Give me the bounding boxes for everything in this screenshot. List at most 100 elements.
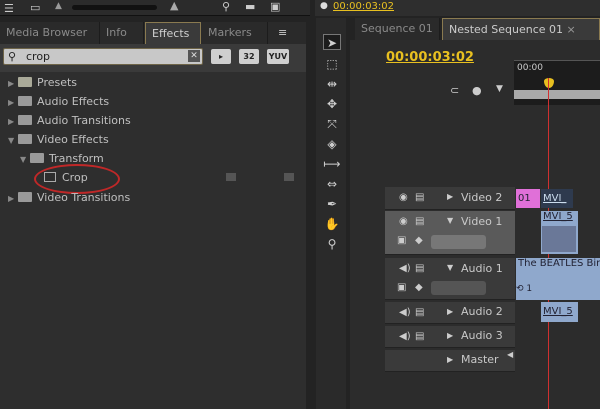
program-timecode[interactable]: 00:00:03:02 bbox=[333, 1, 394, 12]
keyframe-dropdown[interactable] bbox=[431, 281, 486, 295]
list-view-icon[interactable]: ☰ bbox=[4, 2, 14, 15]
tree-item-video-effects[interactable]: ▼ Video Effects bbox=[8, 130, 109, 149]
expand-icon[interactable]: ▶ bbox=[8, 112, 18, 131]
tree-item-video-transitions[interactable]: ▶ Video Transitions bbox=[8, 188, 130, 207]
search-icon[interactable]: ⚲ bbox=[222, 0, 230, 13]
yuv-badge-icon bbox=[284, 173, 294, 181]
track-name: Audio 3 bbox=[461, 329, 503, 342]
tab-markers[interactable]: Markers bbox=[202, 22, 268, 44]
clip-nested[interactable]: 01 bbox=[516, 189, 540, 208]
pen-tool-icon[interactable]: ✒ bbox=[323, 196, 341, 212]
hand-tool-icon[interactable]: ✋ bbox=[323, 216, 341, 232]
speaker-icon[interactable]: ◀) bbox=[399, 331, 411, 342]
tab-sequence-01[interactable]: Sequence 01 bbox=[355, 18, 440, 40]
folder-icon bbox=[18, 134, 32, 144]
eye-icon[interactable]: ◉ bbox=[399, 192, 408, 203]
work-area-bar[interactable] bbox=[514, 90, 600, 99]
32bit-effects-button[interactable]: 32 bbox=[239, 49, 259, 64]
track-name: Audio 1 bbox=[461, 262, 503, 275]
panel-menu-icon[interactable]: ≡ bbox=[278, 26, 287, 39]
rate-stretch-tool-icon[interactable]: ⤧ bbox=[323, 116, 341, 132]
timeline-timecode[interactable]: 00:00:03:02 bbox=[386, 50, 474, 65]
clip-video-2[interactable]: MVI_ bbox=[541, 189, 573, 208]
tree-item-audio-transitions[interactable]: ▶ Audio Transitions bbox=[8, 111, 131, 130]
snap-icon[interactable]: ⊂ bbox=[450, 84, 459, 97]
tree-item-presets[interactable]: ▶ Presets bbox=[8, 73, 77, 92]
folder-icon bbox=[18, 192, 32, 202]
tab-nested-sequence-01[interactable]: Nested Sequence 01 × bbox=[442, 18, 600, 40]
display-style-icon[interactable]: ▣ bbox=[397, 235, 406, 246]
marker-icon: ● bbox=[320, 1, 328, 11]
tab-media-browser[interactable]: Media Browser bbox=[0, 22, 100, 44]
expand-icon[interactable]: ▶ bbox=[8, 189, 18, 208]
clear-search-icon[interactable]: ✕ bbox=[188, 50, 200, 62]
collapse-icon[interactable]: ▼ bbox=[20, 150, 30, 169]
effects-search-input[interactable]: ⚲ crop ✕ bbox=[3, 48, 203, 65]
collapse-icon[interactable]: ▼ bbox=[8, 131, 18, 150]
folder-star-icon bbox=[18, 77, 32, 87]
folder-icon bbox=[18, 96, 32, 106]
time-ruler[interactable]: 00:00 bbox=[514, 60, 600, 105]
effects-tree: ▶ Presets ▶ Audio Effects ▶ Audio Transitio… bbox=[0, 72, 306, 409]
speaker-icon[interactable]: ◀) bbox=[399, 263, 411, 274]
add-marker-icon[interactable]: ▼ bbox=[496, 84, 503, 94]
keyframe-icon[interactable]: ◆ bbox=[415, 235, 423, 246]
razor-tool-icon[interactable]: ◈ bbox=[323, 136, 341, 152]
collapse-icon[interactable]: ▼ bbox=[447, 263, 453, 272]
accelerated-effects-button[interactable]: ▸ bbox=[211, 49, 231, 64]
ruler-start-label: 00:00 bbox=[517, 63, 543, 73]
rolling-edit-tool-icon[interactable]: ✥ bbox=[323, 96, 341, 112]
ripple-edit-tool-icon[interactable]: ⇹ bbox=[323, 76, 341, 92]
clip-thumbnail bbox=[542, 226, 576, 252]
clip-audio-1[interactable]: The BEATLES Birt ⟲ 1 bbox=[516, 258, 600, 300]
sync-lock-icon[interactable]: ▤ bbox=[415, 307, 424, 318]
tree-item-label: Presets bbox=[37, 76, 78, 89]
sync-lock-icon[interactable]: ▤ bbox=[415, 216, 424, 227]
keyframe-dropdown[interactable] bbox=[431, 235, 486, 249]
expand-icon[interactable]: ▶ bbox=[447, 355, 453, 364]
linked-selection-icon[interactable]: ● bbox=[472, 84, 482, 97]
clip-audio-2[interactable]: MVI_5 bbox=[541, 302, 578, 322]
clip-video-1[interactable]: MVI_5 bbox=[541, 211, 578, 254]
expand-icon[interactable]: ▶ bbox=[447, 192, 453, 201]
expand-icon[interactable]: ▶ bbox=[8, 93, 18, 112]
expand-icon[interactable]: ▶ bbox=[447, 331, 453, 340]
track-header-video-1: ◉ ▤ ▼ Video 1 ▣ ◆ bbox=[385, 211, 515, 255]
expand-icon[interactable]: ▶ bbox=[447, 307, 453, 316]
slide-tool-icon[interactable]: ⇔ bbox=[323, 176, 341, 192]
zoom-tool-icon[interactable]: ⚲ bbox=[323, 236, 341, 252]
tree-item-label: Audio Transitions bbox=[37, 114, 131, 127]
collapse-icon[interactable]: ▼ bbox=[447, 216, 453, 225]
slip-tool-icon[interactable]: ⟼ bbox=[323, 156, 341, 172]
marker-icon: ◀ bbox=[507, 350, 514, 359]
playhead-handle-icon[interactable] bbox=[544, 78, 554, 88]
close-icon[interactable]: × bbox=[567, 23, 576, 36]
sync-lock-icon[interactable]: ▤ bbox=[415, 192, 424, 203]
tree-item-label: Video Effects bbox=[37, 133, 109, 146]
tab-effects[interactable]: Effects × bbox=[145, 22, 201, 62]
zoom-in-icon[interactable]: ▲ bbox=[170, 0, 178, 12]
icon-view-icon[interactable]: ▭ bbox=[30, 1, 40, 14]
folder-icon[interactable]: ▬ bbox=[245, 0, 255, 13]
clip-label: MVI_5 bbox=[543, 211, 573, 222]
selection-tool-icon[interactable]: ➤ bbox=[323, 34, 341, 50]
waveform-display-icon[interactable]: ▣ bbox=[397, 282, 406, 293]
track-name: Audio 2 bbox=[461, 305, 503, 318]
sync-lock-icon[interactable]: ▤ bbox=[415, 263, 424, 274]
zoom-out-icon[interactable]: ▲ bbox=[55, 1, 62, 11]
speaker-icon[interactable]: ◀) bbox=[399, 307, 411, 318]
track-name: Master bbox=[461, 353, 499, 366]
folder-icon bbox=[18, 115, 32, 125]
sync-lock-icon[interactable]: ▤ bbox=[415, 331, 424, 342]
tab-info[interactable]: Info bbox=[100, 22, 144, 44]
track-name: Video 1 bbox=[461, 215, 503, 228]
eye-icon[interactable]: ◉ bbox=[399, 216, 408, 227]
yuv-effects-button[interactable]: YUV bbox=[267, 49, 289, 64]
keyframe-icon[interactable]: ◆ bbox=[415, 282, 423, 293]
track-header-video-2: ◉ ▤ ▶ Video 2 bbox=[385, 187, 515, 210]
new-item-icon[interactable]: ▣ bbox=[270, 0, 280, 13]
expand-icon[interactable]: ▶ bbox=[8, 74, 18, 93]
zoom-slider[interactable] bbox=[72, 5, 157, 10]
track-select-tool-icon[interactable]: ⬚ bbox=[323, 56, 341, 72]
tree-item-audio-effects[interactable]: ▶ Audio Effects bbox=[8, 92, 109, 111]
